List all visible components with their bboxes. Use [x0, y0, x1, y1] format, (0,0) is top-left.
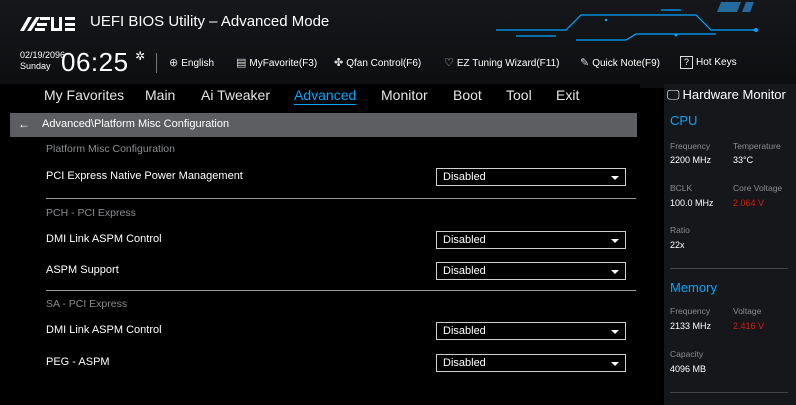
memory-heading: Memory	[670, 280, 717, 295]
title-bar: UEFI BIOS Utility – Advanced Mode	[0, 0, 796, 44]
gear-icon[interactable]: ✲	[135, 49, 145, 63]
divider	[46, 198, 636, 199]
clock: 06:25	[61, 47, 129, 77]
core-voltage-label: Core Voltage	[733, 183, 783, 193]
cpu-heading: CPU	[670, 113, 698, 128]
select-value: Disabled	[443, 265, 486, 277]
ratio-value: 22x	[670, 240, 685, 250]
hw-divider	[670, 268, 788, 269]
tab-monitor[interactable]: Monitor	[381, 87, 428, 103]
hardware-monitor-title: 🖵 Hardware Monitor	[667, 87, 786, 103]
language-button[interactable]: ⊕ English	[169, 56, 214, 69]
myfavorite-button[interactable]: ▤ MyFavorite(F3)	[236, 56, 317, 69]
app-title: UEFI BIOS Utility – Advanced Mode	[90, 13, 330, 30]
bclk-label: BCLK	[670, 183, 693, 193]
section-pch-pci-express: PCH - PCI Express	[46, 207, 136, 219]
setting-label-peg-aspm: PEG - ASPM	[46, 356, 110, 368]
section-platform-misc: Platform Misc Configuration	[46, 143, 175, 155]
favorite-icon: ▤	[236, 57, 247, 69]
header-decoration	[496, 2, 758, 41]
memory-voltage-label: Voltage	[733, 306, 762, 316]
setting-label-pch-dmi-aspm: DMI Link ASPM Control	[46, 233, 162, 245]
select-value: Disabled	[443, 357, 486, 369]
back-arrow-icon[interactable]: ←	[18, 117, 30, 131]
pcie-native-pm-select[interactable]: Disabled	[436, 168, 626, 186]
bulb-icon: ♡	[444, 57, 454, 69]
chevron-down-icon	[611, 330, 619, 334]
breadcrumb[interactable]: ← Advanced\Platform Misc Configuration	[10, 113, 637, 137]
fan-icon: ✤	[334, 57, 344, 69]
ez-tuning-wizard-button[interactable]: ♡ EZ Tuning Wizard(F11)	[444, 56, 560, 69]
chevron-down-icon	[611, 270, 619, 274]
asus-logo	[20, 17, 75, 31]
cpu-temperature-label: Temperature	[733, 141, 781, 151]
date-display: 02/19/2096 Sunday	[20, 50, 65, 72]
chevron-down-icon	[611, 362, 619, 366]
section-sa-pci-express: SA - PCI Express	[46, 298, 128, 310]
cpu-temperature-value: 33°C	[733, 155, 754, 165]
setting-label-pcie-native-pm: PCI Express Native Power Management	[46, 170, 243, 182]
ratio-label: Ratio	[670, 225, 690, 235]
setting-label-aspm-support: ASPM Support	[46, 264, 119, 276]
ez-tuning-label: EZ Tuning Wizard(F11)	[456, 58, 560, 69]
bclk-value: 100.0 MHz	[670, 198, 714, 208]
info-row: 02/19/2096 Sunday 06:25 ✲ ⊕ English ▤ MyFa…	[0, 44, 796, 84]
memory-frequency-value: 2133 MHz	[670, 321, 712, 331]
language-label: English	[181, 58, 215, 69]
hot-keys-button[interactable]: ? Hot Keys	[680, 56, 737, 69]
tab-tool[interactable]: Tool	[506, 87, 532, 103]
tab-main[interactable]: Main	[145, 87, 175, 103]
divider	[46, 290, 636, 291]
memory-capacity-value: 4096 MB	[670, 364, 707, 374]
hot-keys-label: Hot Keys	[696, 57, 737, 68]
select-value: Disabled	[443, 171, 486, 183]
select-value: Disabled	[443, 325, 486, 337]
separator	[156, 53, 157, 73]
globe-icon: ⊕	[169, 57, 179, 69]
quick-note-button[interactable]: ✎ Quick Note(F9)	[580, 56, 660, 69]
tab-exit[interactable]: Exit	[556, 87, 579, 103]
myfavorite-label: MyFavorite(F3)	[249, 58, 318, 69]
tab-my-favorites[interactable]: My Favorites	[44, 87, 124, 103]
date-value: 02/19/2096	[20, 50, 66, 60]
hotkey-icon: ?	[680, 56, 694, 69]
chevron-down-icon	[611, 176, 619, 180]
hardware-monitor-label: Hardware Monitor	[682, 87, 786, 102]
peg-aspm-select[interactable]: Disabled	[436, 354, 626, 372]
aspm-support-select[interactable]: Disabled	[436, 262, 626, 280]
tab-ai-tweaker[interactable]: Ai Tweaker	[201, 87, 270, 103]
cpu-frequency-label: Frequency	[670, 141, 711, 151]
sa-dmi-aspm-select[interactable]: Disabled	[436, 322, 626, 340]
memory-voltage-value: 2.416 V	[733, 321, 765, 331]
main-tabs: My Favorites Main Ai Tweaker Advanced Mo…	[0, 84, 640, 110]
qfan-control-button[interactable]: ✤ Qfan Control(F6)	[334, 56, 421, 69]
settings-panel: Platform Misc Configuration PCI Express …	[10, 137, 637, 405]
core-voltage-value: 2.064 V	[733, 198, 765, 208]
quick-note-label: Quick Note(F9)	[592, 58, 661, 69]
monitor-icon: 🖵	[667, 87, 680, 102]
tab-boot[interactable]: Boot	[453, 87, 482, 103]
breadcrumb-path: Advanced\Platform Misc Configuration	[42, 118, 230, 130]
select-value: Disabled	[443, 234, 486, 246]
header: UEFI BIOS Utility – Advanced Mode 02/19/…	[0, 0, 796, 88]
note-icon: ✎	[580, 57, 590, 69]
qfan-label: Qfan Control(F6)	[346, 58, 422, 69]
day-value: Sunday	[20, 61, 51, 71]
pch-dmi-aspm-select[interactable]: Disabled	[436, 231, 626, 249]
cpu-frequency-value: 2200 MHz	[670, 155, 712, 165]
memory-frequency-label: Frequency	[670, 306, 711, 316]
hw-divider	[670, 392, 788, 393]
chevron-down-icon	[611, 239, 619, 243]
memory-capacity-label: Capacity	[670, 349, 704, 359]
hardware-monitor-panel: 🖵 Hardware Monitor CPU Frequency Temperat…	[664, 84, 796, 405]
tab-advanced[interactable]: Advanced	[294, 87, 356, 103]
setting-label-sa-dmi-aspm: DMI Link ASPM Control	[46, 324, 162, 336]
